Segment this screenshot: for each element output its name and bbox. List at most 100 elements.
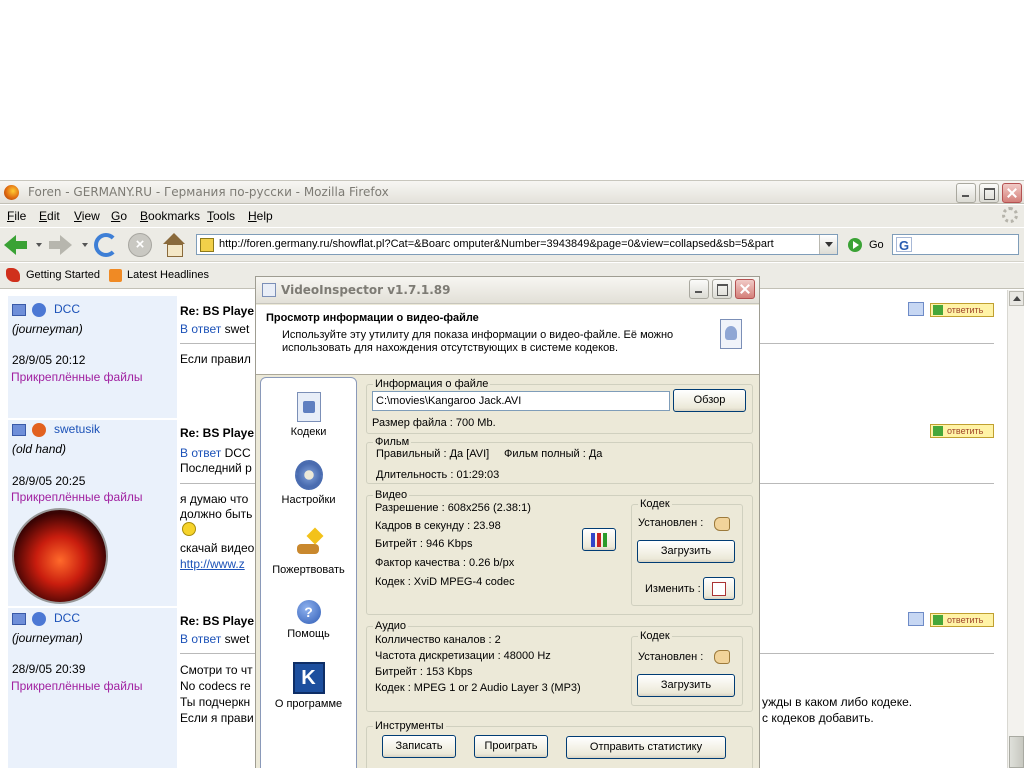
post-text-line: я думаю что [180,492,249,506]
audio-bitrate: Битрейт : 153 Kbps [375,666,473,678]
bookmark-latest-headlines[interactable]: Latest Headlines [127,269,209,281]
minimize-button[interactable] [956,183,976,203]
firefox-logo-icon [4,185,19,200]
forward-dropdown-icon[interactable] [82,243,88,247]
record-button[interactable]: Записать [382,735,456,758]
collapse-arrow-icon[interactable] [12,304,26,316]
back-dropdown-icon[interactable] [36,243,42,247]
file-path-input[interactable]: C:\movies\Kangaroo Jack.AVI [372,391,670,411]
menu-go[interactable]: Go [111,209,127,223]
reply-prefix[interactable]: В ответ [180,632,221,646]
audio-codec-installed-label: Установлен : [638,651,704,663]
donate-icon [295,530,323,560]
nav-donate[interactable]: Пожертвовать [261,530,356,576]
nav-settings[interactable]: Настройки [261,460,356,506]
vi-sidebar: Кодеки Настройки Пожертвовать ? Помощь K… [260,377,357,768]
collapse-arrow-icon[interactable] [12,613,26,625]
vi-close-button[interactable] [735,279,755,299]
scroll-thumb[interactable] [1009,736,1024,768]
post-title: Re: BS Playe [180,304,255,318]
post-text-line: No codecs re [180,679,251,693]
post-date: 28/9/05 20:39 [12,662,86,676]
user-status-icon [32,303,46,317]
post-date: 28/9/05 20:12 [12,353,86,367]
close-button[interactable] [1002,183,1022,203]
audio-download-button[interactable]: Загрузить [637,674,735,697]
go-icon[interactable] [848,238,862,252]
vi-header: Просмотр информации о видео-файле Исполь… [256,305,759,375]
post-username[interactable]: DCC [54,302,80,316]
menu-bookmarks[interactable]: Bookmarks [140,209,200,223]
getting-started-icon [6,268,20,282]
menu-view[interactable]: View [74,209,100,223]
go-button-label[interactable]: Go [869,239,884,251]
rss-feed-icon [109,269,122,282]
play-button[interactable]: Проиграть [474,735,548,758]
nav-about-label: О программе [274,698,343,710]
attachments-link[interactable]: Прикреплённые файлы [11,490,143,504]
reply-prefix[interactable]: В ответ [180,446,221,460]
nav-help[interactable]: ? Помощь [261,600,356,640]
menu-edit[interactable]: Edit [39,209,60,223]
about-logo-icon: K [292,662,325,694]
codecs-icon [296,392,321,422]
bookmark-getting-started[interactable]: Getting Started [26,269,100,281]
reply-button[interactable]: ответить [930,613,994,627]
post-text-line: Последний р [180,461,252,475]
home-icon[interactable] [162,233,186,257]
nav-codecs[interactable]: Кодеки [261,392,356,438]
settings-gear-icon [294,460,323,490]
post-text-line: Если я прави [180,711,254,725]
page-scrollbar[interactable] [1007,290,1024,768]
video-codec: Кодек : XviD MPEG-4 codec [375,576,515,588]
bar-chart-icon [591,533,607,547]
send-statistics-button[interactable]: Отправить статистику [566,736,726,759]
user-avatar [12,508,108,604]
smiley-icon [182,522,196,536]
thumbs-up-icon [714,517,730,531]
menu-file[interactable]: File [7,209,26,223]
scroll-up-arrow-icon[interactable] [1009,291,1024,306]
edit-post-icon[interactable] [908,612,924,626]
post-username[interactable]: DCC [54,611,80,625]
video-quality: Фактор качества : 0.26 b/px [375,557,515,569]
video-resolution: Разрешение : 608x256 (2.38:1) [375,502,531,514]
reply-reference: В ответ DCC [180,446,251,460]
audio-legend: Аудио [375,620,407,632]
change-codec-button[interactable] [703,577,735,600]
back-arrow-icon[interactable] [4,233,28,257]
menu-help[interactable]: Help [248,209,273,223]
help-icon: ? [296,600,321,624]
stop-icon[interactable]: × [128,233,152,257]
video-stats-button[interactable] [582,528,616,551]
forward-arrow-icon[interactable] [48,233,72,257]
reload-icon[interactable] [94,233,118,257]
attachments-link[interactable]: Прикреплённые файлы [11,370,143,384]
post-text-line: Ты подчеркн [180,695,251,709]
attachments-link[interactable]: Прикреплённые файлы [11,679,143,693]
post-username[interactable]: swetusik [54,422,100,436]
search-input[interactable]: G [892,234,1019,255]
vi-minimize-button[interactable] [689,279,709,299]
url-history-dropdown[interactable] [819,235,837,254]
menu-tools[interactable]: Tools [207,209,235,223]
thumbs-up-icon [714,650,730,664]
reply-prefix[interactable]: В ответ [180,322,221,336]
nav-about[interactable]: K О программе [261,662,356,710]
url-bar[interactable]: http://foren.germany.ru/showflat.pl?Cat=… [196,234,838,255]
reply-button[interactable]: ответить [930,303,994,317]
browse-button[interactable]: Обзор [673,389,746,412]
video-download-button[interactable]: Загрузить [637,540,735,563]
collapse-arrow-icon[interactable] [12,424,26,436]
video-codec-change-label: Изменить : [645,583,701,595]
post-link[interactable]: http://www.z [180,557,245,571]
url-text[interactable]: http://foren.germany.ru/showflat.pl?Cat=… [219,238,774,250]
site-favicon-icon [200,238,214,252]
edit-post-icon[interactable] [908,302,924,316]
maximize-button[interactable] [979,183,999,203]
vi-maximize-button[interactable] [712,279,732,299]
reply-button[interactable]: ответить [930,424,994,438]
video-legend: Видео [375,489,408,501]
tools-legend: Инструменты [375,720,444,732]
search-engine-icon[interactable]: G [896,237,912,253]
